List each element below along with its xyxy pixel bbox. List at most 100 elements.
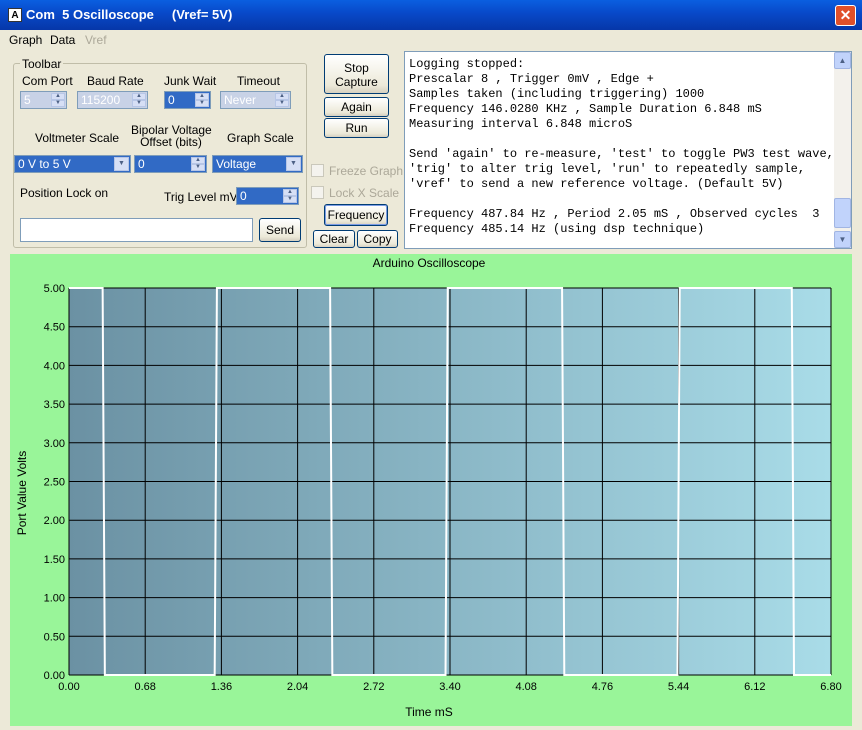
spin-arrows-icon: ▲ ▼ [275,93,289,107]
frequency-button[interactable]: Frequency [324,204,388,226]
spin-arrows-icon[interactable]: ▲ ▼ [191,157,205,171]
again-button-label: Again [341,100,372,114]
y-tick-label: 2.50 [44,477,65,489]
log-line: 'trig' to alter trig level, 'run' to rep… [409,162,806,176]
again-button[interactable]: Again [324,97,389,117]
freeze-graph-checkbox [311,164,324,177]
trig-level-label: Trig Level mV [164,190,238,204]
y-tick-label: 4.50 [44,322,65,334]
trig-level-value: 0 [240,189,247,203]
close-icon: ✕ [839,7,852,23]
log-line: Send 'again' to re-measure, 'test' to to… [409,147,834,161]
clear-button[interactable]: Clear [313,230,355,248]
log-output[interactable]: Logging stopped: Prescalar 8 , Trigger 0m… [404,51,852,249]
bipolar-offset-value: 0 [138,157,145,171]
bipolar-label-line2: Offset (bits) [140,135,202,149]
y-tick-label: 3.50 [44,399,65,411]
chart-title: Arduino Oscilloscope [373,256,486,270]
log-line: Frequency 485.14 Hz (using dsp technique… [409,222,705,236]
y-tick-label: 4.00 [44,360,65,372]
voltmeter-scale-select[interactable]: 0 V to 5 V ▼ [14,155,131,173]
y-tick-label: 5.00 [44,283,65,295]
y-tick-label: 3.00 [44,438,65,450]
timeout-stepper: Never ▲ ▼ [220,91,291,109]
x-tick-label: 2.04 [287,681,308,693]
graph-scale-value: Voltage [216,157,257,171]
scroll-up-icon[interactable]: ▲ [834,52,851,69]
junk-wait-stepper[interactable]: 0 ▲ ▼ [164,91,211,109]
log-line: Frequency 487.84 Hz , Period 2.05 mS , O… [409,207,820,221]
x-tick-label: 5.44 [668,681,689,693]
x-tick-label: 0.68 [134,681,155,693]
copy-button[interactable]: Copy [357,230,398,248]
log-scrollbar[interactable]: ▲ ▼ [834,52,851,248]
log-line: Frequency 146.0280 KHz , Sample Duration… [409,102,762,116]
chevron-down-icon[interactable]: ▼ [114,157,129,171]
title-bar: A Com 5 Oscilloscope (Vref= 5V) ✕ [0,0,862,30]
stop-capture-line1: Stop [344,61,369,75]
run-button[interactable]: Run [324,118,389,138]
x-tick-label: 2.72 [363,681,384,693]
clear-button-label: Clear [319,232,349,246]
oscilloscope-chart: Arduino Oscilloscope 0.00 0.68 1.36 2.04 2.7… [15,256,842,719]
x-tick-label: 4.08 [515,681,536,693]
close-button[interactable]: ✕ [835,5,856,26]
timeout-label: Timeout [237,74,280,88]
log-line: Logging stopped: [409,57,525,71]
x-tick-label: 0.00 [58,681,79,693]
junk-wait-label: Junk Wait [164,74,217,88]
spin-arrows-icon[interactable]: ▲ ▼ [283,189,297,203]
log-line: Samples taken (including triggering) 100… [409,87,705,101]
junk-wait-value: 0 [168,93,175,107]
y-tick-label: 1.50 [44,554,65,566]
baud-rate-value: 115200 [81,93,121,107]
send-button[interactable]: Send [259,218,301,242]
baud-rate-stepper: 115200 ▲ ▼ [77,91,148,109]
menu-graph[interactable]: Graph [9,33,42,47]
chevron-down-icon[interactable]: ▼ [286,157,301,171]
menu-vref: Vref [85,33,107,47]
menu-bar: Graph Data Vref [0,30,862,50]
freeze-graph-label: Freeze Graph [329,164,404,178]
y-tick-label: 0.00 [44,670,65,682]
app-icon: A [8,8,22,22]
window-title: Com 5 Oscilloscope (Vref= 5V) [26,7,233,22]
x-tick-label: 6.12 [744,681,765,693]
stop-capture-button[interactable]: Stop Capture [324,54,389,94]
com-port-value: 5 [24,93,31,107]
x-tick-label: 3.40 [439,681,460,693]
y-tick-label: 2.00 [44,515,65,527]
com-port-stepper: 5 ▲ ▼ [20,91,67,109]
copy-button-label: Copy [363,232,392,246]
bipolar-offset-stepper[interactable]: 0 ▲ ▼ [134,155,207,173]
frequency-button-label: Frequency [327,208,385,222]
stop-capture-line2: Capture [335,75,378,89]
log-line: Prescalar 8 , Trigger 0mV , Edge + [409,72,654,86]
com-port-label: Com Port [22,74,73,88]
voltmeter-scale-label: Voltmeter Scale [35,131,120,145]
spin-arrows-icon: ▲ ▼ [51,93,65,107]
lock-x-scale-checkbox [311,186,324,199]
graph-scale-label: Graph Scale [227,131,294,145]
scroll-thumb[interactable] [834,198,851,228]
trig-level-stepper[interactable]: 0 ▲ ▼ [236,187,299,205]
graph-scale-select[interactable]: Voltage ▼ [212,155,303,173]
toolbar-legend: Toolbar [20,57,64,71]
y-tick-label: 1.00 [44,593,65,605]
x-tick-label: 6.80 [820,681,841,693]
lock-x-scale-label: Lock X Scale [329,186,400,200]
x-tick-label: 1.36 [211,681,232,693]
scroll-down-icon[interactable]: ▼ [834,231,851,248]
position-lock-label: Position Lock on [20,186,109,200]
run-button-label: Run [345,121,368,135]
send-command-input[interactable] [20,218,253,242]
log-line: Measuring interval 6.848 microS [409,117,633,131]
menu-data[interactable]: Data [50,33,75,47]
log-line: 'vref' to send a new reference voltage. … [409,177,784,191]
chart-panel: Arduino Oscilloscope 0.00 0.68 1.36 2.04 2.7… [10,254,852,726]
voltmeter-scale-value: 0 V to 5 V [18,157,71,171]
x-tick-label: 4.76 [592,681,613,693]
y-tick-label: 0.50 [44,631,65,643]
baud-rate-label: Baud Rate [87,74,144,88]
spin-arrows-icon[interactable]: ▲ ▼ [195,93,209,107]
